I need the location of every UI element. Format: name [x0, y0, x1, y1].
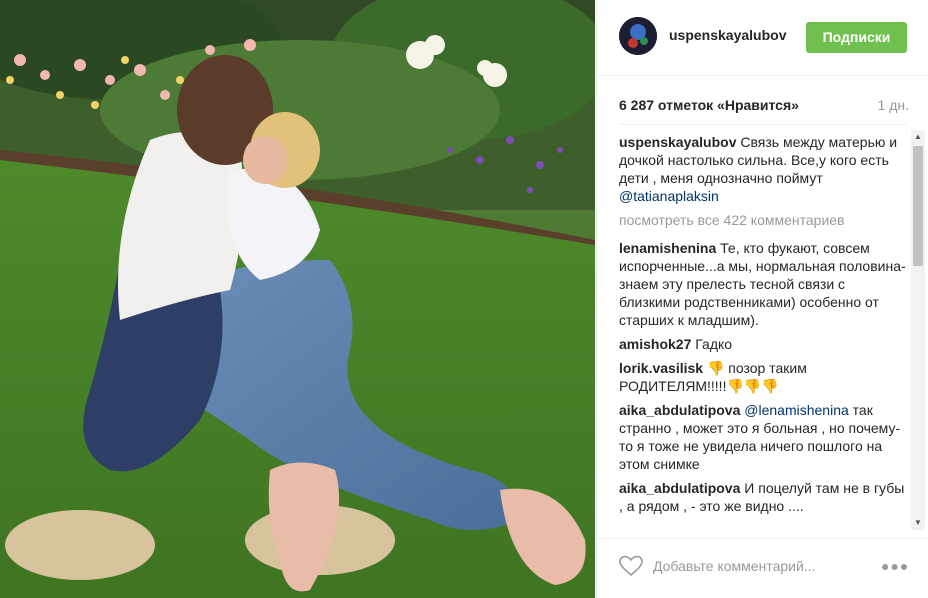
post-header: uspenskayalubov Подписки [597, 0, 928, 76]
comment-item: aika_abdulatipova И поцелуй там не в губ… [619, 479, 909, 515]
header-username[interactable]: uspenskayalubov [669, 27, 787, 43]
comment-username[interactable]: aika_abdulatipova [619, 402, 740, 418]
post-stats: 6 287 отметок «Нравится» 1 дн. [619, 97, 909, 115]
follow-button[interactable]: Подписки [806, 22, 907, 53]
comments-list[interactable]: uspenskayalubov Связь между матерью и до… [619, 133, 909, 529]
more-options-icon[interactable]: ●●● [881, 558, 909, 574]
scroll-up-arrow-icon[interactable]: ▲ [911, 130, 925, 144]
heart-icon[interactable] [619, 555, 645, 579]
avatar-image [619, 17, 657, 55]
comment-text: Гадко [691, 336, 733, 352]
comments-scrollbar[interactable]: ▲ ▼ [911, 130, 925, 530]
photo-illustration [0, 0, 595, 598]
caption: uspenskayalubov Связь между матерью и до… [619, 133, 909, 205]
comment-username[interactable]: aika_abdulatipova [619, 480, 740, 496]
comment-mention[interactable]: @lenamishenina [740, 402, 849, 418]
comment-username[interactable]: amishok27 [619, 336, 691, 352]
comment-input[interactable] [653, 553, 873, 579]
caption-username[interactable]: uspenskayalubov [619, 134, 737, 150]
comment-item: amishok27 Гадко [619, 335, 909, 353]
likes-count[interactable]: 6 287 отметок «Нравится» [619, 97, 799, 113]
comment-username[interactable]: lorik.vasilisk [619, 360, 703, 376]
comment-item: lenamishenina Те, кто фукают, совсем исп… [619, 239, 909, 329]
scroll-down-arrow-icon[interactable]: ▼ [911, 516, 925, 530]
comment-username[interactable]: lenamishenina [619, 240, 716, 256]
comment-bar: ●●● [597, 538, 928, 598]
post-time[interactable]: 1 дн. [878, 97, 909, 113]
avatar[interactable] [619, 17, 657, 55]
caption-mention[interactable]: @tatianaplaksin [619, 188, 719, 204]
scrollbar-thumb[interactable] [913, 146, 923, 266]
heart-icon-svg [619, 555, 643, 577]
view-all-comments-link[interactable]: посмотреть все 422 комментариев [619, 211, 909, 229]
comment-item: aika_abdulatipova @lenamishenina так стр… [619, 401, 909, 473]
post-photo[interactable] [0, 0, 595, 598]
stats-divider [619, 124, 907, 125]
post-details-panel: uspenskayalubov Подписки 6 287 отметок «… [596, 0, 928, 598]
comment-item: lorik.vasilisk 👎 позор таким РОДИТЕЛЯМ!!… [619, 359, 909, 395]
